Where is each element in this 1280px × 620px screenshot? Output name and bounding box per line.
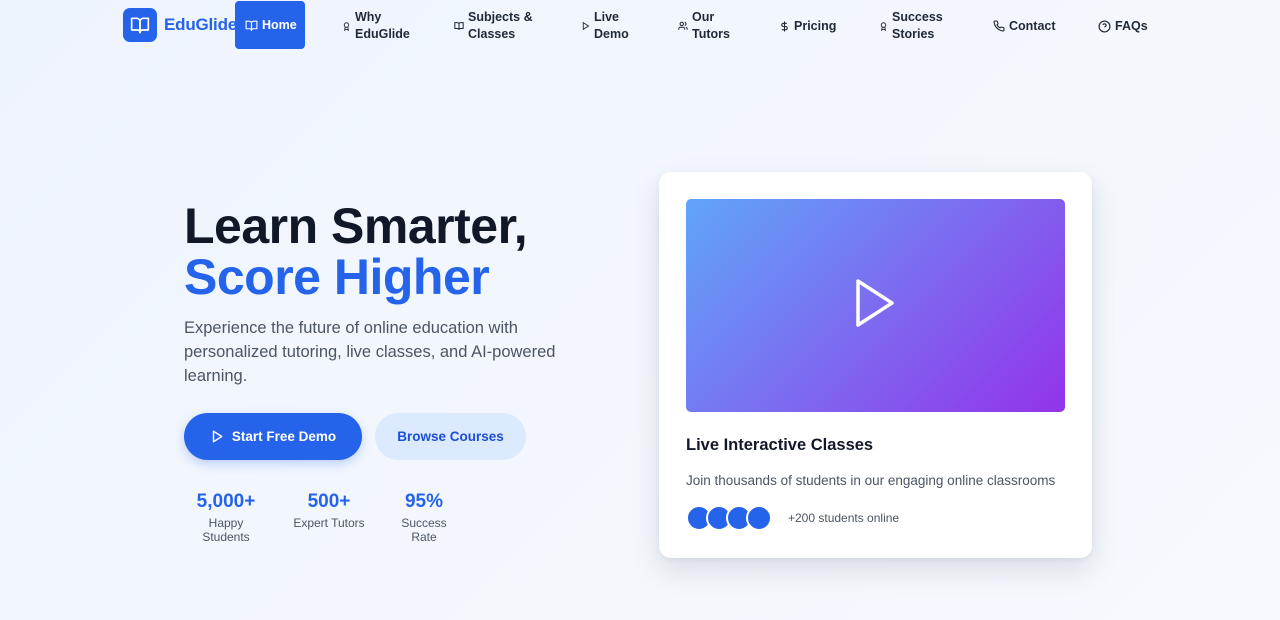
nav-item-our-tutors[interactable]: Our Tutors xyxy=(678,0,733,52)
nav-label: Success Stories xyxy=(892,10,943,41)
live-classes-card: Live Interactive Classes Join thousands … xyxy=(659,172,1092,558)
nav-label: Subjects & Classes xyxy=(468,10,533,41)
nav-item-live-demo[interactable]: Live Demo xyxy=(581,0,636,52)
play-icon xyxy=(210,429,224,444)
nav-label: Pricing xyxy=(794,18,837,33)
nav-label: Why EduGlide xyxy=(355,10,410,41)
dollar-icon xyxy=(779,20,790,33)
award-icon xyxy=(342,21,351,32)
browse-courses-label: Browse Courses xyxy=(397,429,504,444)
phone-icon xyxy=(993,20,1005,32)
nav-item-pricing[interactable]: Pricing xyxy=(779,0,839,52)
students-online-text: +200 students online xyxy=(788,511,900,525)
brand-name: EduGlide xyxy=(164,15,238,34)
play-icon xyxy=(581,21,590,31)
nav-label: Our Tutors xyxy=(692,10,730,41)
nav-label: FAQs xyxy=(1115,18,1148,33)
play-icon[interactable] xyxy=(854,278,898,333)
video-preview[interactable] xyxy=(686,199,1065,412)
nav-label: Home xyxy=(262,17,297,32)
stat-value: 500+ xyxy=(307,491,351,512)
browse-courses-button[interactable]: Browse Courses xyxy=(375,413,526,460)
stat-label: Happy Students xyxy=(202,516,250,544)
nav-item-success-stories[interactable]: Success Stories xyxy=(879,0,949,52)
stat-label: Expert Tutors xyxy=(293,516,365,530)
book-open-icon xyxy=(245,19,258,32)
users-icon xyxy=(678,21,688,31)
stat-expert-tutors: 500+ Expert Tutors xyxy=(293,490,365,530)
nav-item-contact[interactable]: Contact xyxy=(993,0,1058,52)
start-free-demo-label: Start Free Demo xyxy=(231,429,337,444)
avatar-group xyxy=(686,505,772,531)
award-icon xyxy=(879,21,888,32)
hero-subtitle: Experience the future of online educatio… xyxy=(184,319,556,385)
stat-label: Success Rate xyxy=(401,516,447,544)
stat-happy-students: 5,000+ Happy Students xyxy=(184,490,268,544)
stat-value: 5,000+ xyxy=(196,491,256,512)
nav-label: Contact xyxy=(1009,18,1056,33)
hero-title-line2: Score Higher xyxy=(184,249,490,305)
stat-success-rate: 95% Success Rate xyxy=(389,490,459,544)
card-title: Live Interactive Classes xyxy=(686,436,874,454)
avatar xyxy=(746,505,772,531)
start-free-demo-button[interactable]: Start Free Demo xyxy=(184,413,362,460)
stat-value: 95% xyxy=(404,491,444,512)
top-nav: EduGlide Home Why EduGlide Subjects & Cl… xyxy=(0,0,1280,52)
nav-item-why-eduglide[interactable]: Why EduGlide xyxy=(342,0,417,52)
card-description: Join thousands of students in our engagi… xyxy=(686,473,1056,488)
hero-title: Learn Smarter, Score Higher xyxy=(184,198,528,305)
nav-item-faqs[interactable]: FAQs xyxy=(1098,0,1148,52)
nav-item-home[interactable]: Home xyxy=(235,1,305,49)
nav-label: Live Demo xyxy=(594,10,629,41)
help-circle-icon xyxy=(1098,19,1111,33)
book-open-icon xyxy=(454,21,464,31)
brand-logo[interactable]: EduGlide xyxy=(123,8,237,42)
nav-item-subjects[interactable]: Subjects & Classes xyxy=(454,0,539,52)
hero-title-line1: Learn Smarter, xyxy=(184,198,528,254)
book-open-icon xyxy=(123,8,157,42)
